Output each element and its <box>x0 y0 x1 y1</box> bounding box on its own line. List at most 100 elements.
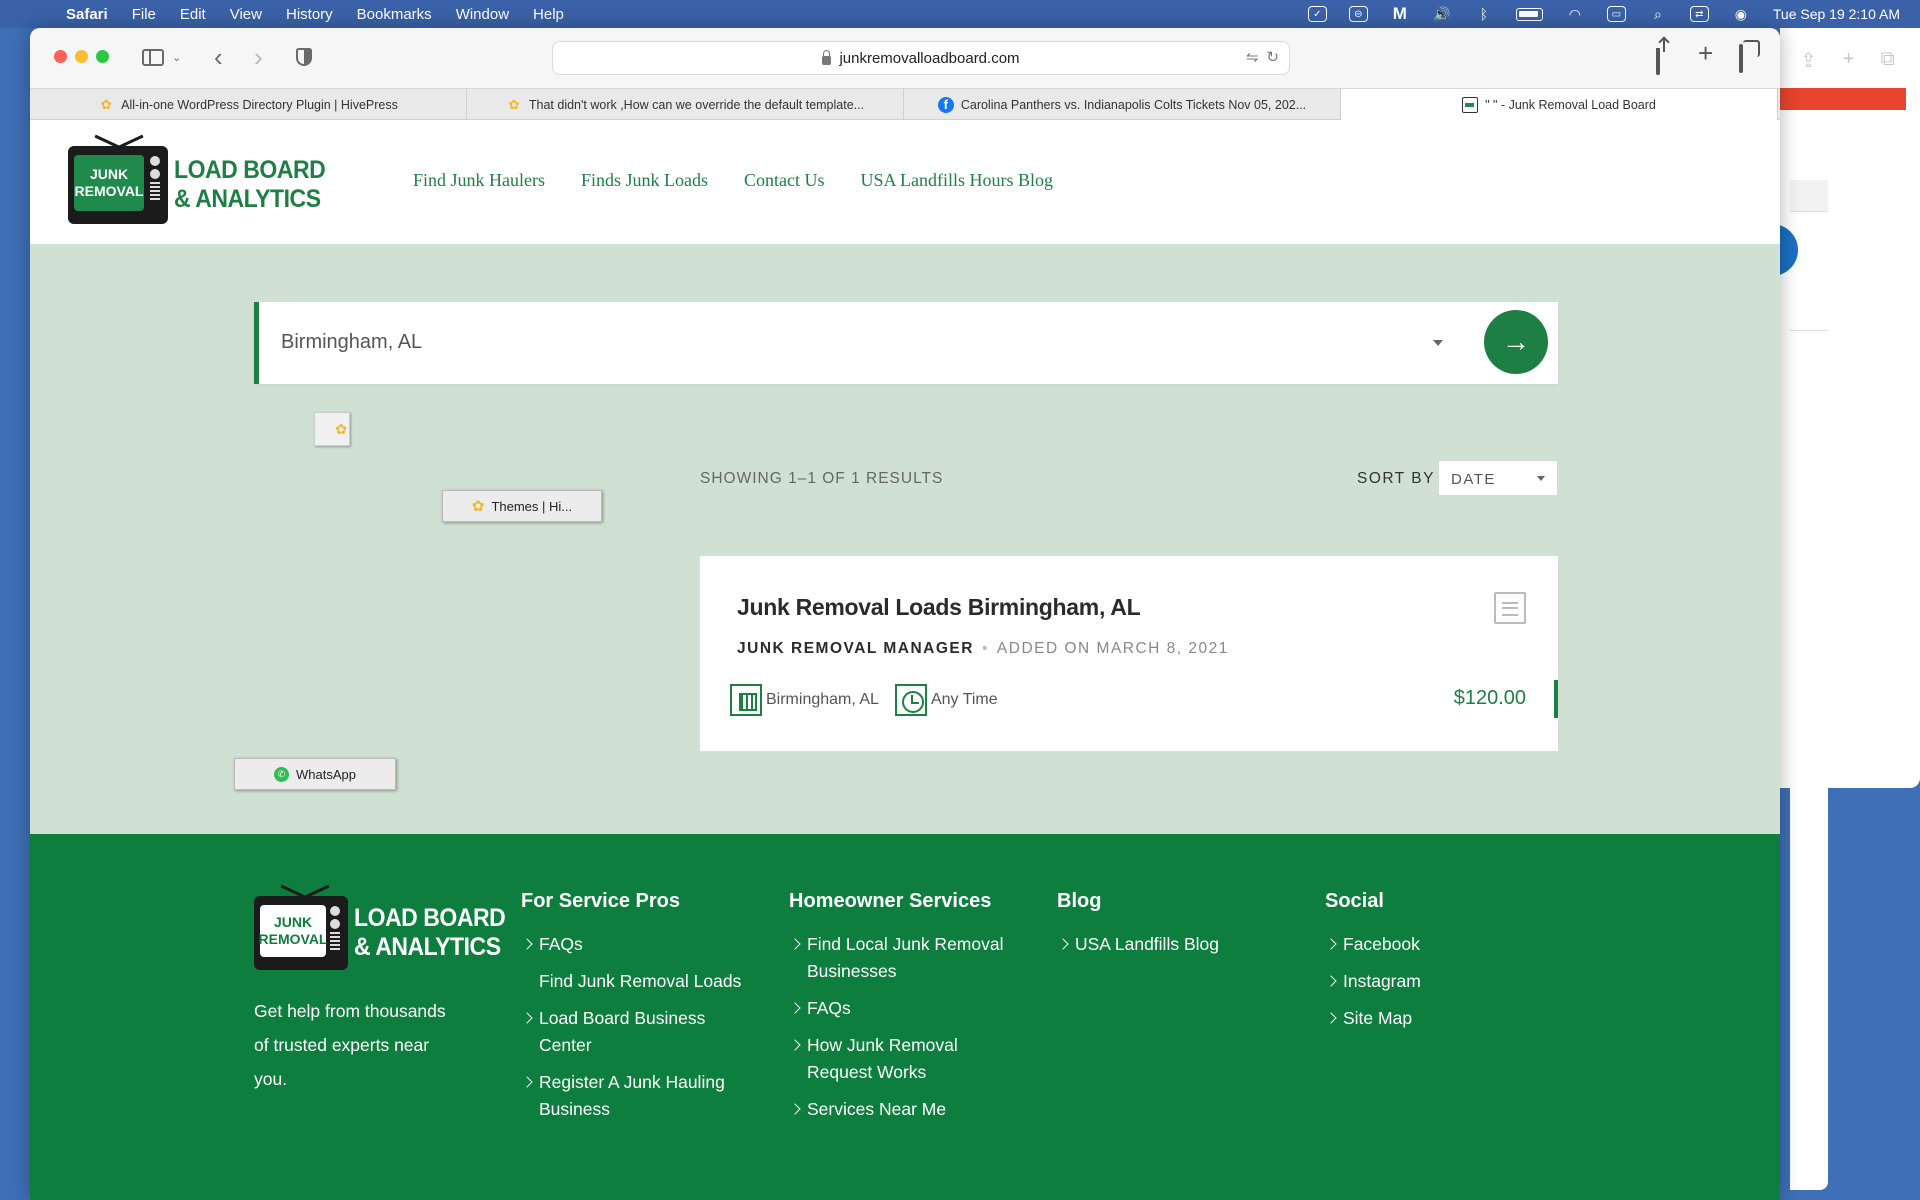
share-icon <box>1656 48 1660 75</box>
malwarebytes-icon[interactable]: M <box>1390 4 1410 23</box>
location-search-value[interactable]: Birmingham, AL <box>281 331 422 354</box>
menu-help[interactable]: Help <box>533 6 564 23</box>
sort-select[interactable]: DATE <box>1438 460 1558 496</box>
logo-screen-line1: JUNK <box>89 166 129 182</box>
battery-icon[interactable] <box>1515 7 1543 21</box>
footer-column-title: Social <box>1325 890 1384 912</box>
tabs-overview-icon <box>1739 44 1743 73</box>
listing-time: Any Time <box>930 691 998 708</box>
chevron-down-icon[interactable] <box>1433 340 1443 346</box>
new-tab-button[interactable]: + <box>1698 38 1713 69</box>
results-summary: SHOWING 1–1 OF 1 RESULTS <box>700 470 944 487</box>
message-icon[interactable] <box>1494 592 1526 624</box>
share-button[interactable] <box>1656 42 1660 75</box>
floating-whatsapp-chip[interactable]: ✆ WhatsApp <box>234 758 396 790</box>
footer-link[interactable]: USA Landfills Blog <box>1057 931 1287 958</box>
floating-window-fragment[interactable]: ✿ <box>314 412 350 446</box>
whatsapp-icon: ✆ <box>274 766 289 782</box>
nav-finds-junk-loads[interactable]: Finds Junk Loads <box>581 170 708 191</box>
zoom-window-button[interactable] <box>96 50 109 63</box>
facebook-icon: f <box>937 96 954 113</box>
menu-history[interactable]: History <box>286 6 333 23</box>
footer-link[interactable]: Site Map <box>1325 1005 1555 1032</box>
footer-tagline: Get help from thousands of trusted exper… <box>254 1001 446 1089</box>
volume-icon[interactable]: 🔊 <box>1432 6 1452 22</box>
location-search[interactable]: Birmingham, AL → <box>254 302 1558 384</box>
lock-icon <box>822 49 832 65</box>
site-logo[interactable]: JUNK REMOVAL LOAD BOARD & ANALYTICS <box>68 146 338 224</box>
listing-attributes: Birmingham, AL Any Time <box>730 684 998 716</box>
listing-card[interactable]: Junk Removal Loads Birmingham, AL JUNK R… <box>700 556 1558 751</box>
menu-bookmarks[interactable]: Bookmarks <box>357 6 432 23</box>
footer-link[interactable]: Instagram <box>1325 968 1555 995</box>
sort-select-value: DATE <box>1451 471 1496 488</box>
listing-author[interactable]: JUNK REMOVAL MANAGER <box>737 640 974 657</box>
address-bar[interactable]: junkremovalloadboard.com ⇋ ↻ <box>552 41 1290 75</box>
tab-overview-button[interactable] <box>1739 42 1743 73</box>
nav-find-junk-haulers[interactable]: Find Junk Haulers <box>413 170 545 191</box>
spotlight-search-icon[interactable]: ⌕ <box>1648 6 1668 22</box>
footer-link[interactable]: Load Board Business Center <box>521 1005 751 1059</box>
close-window-button[interactable] <box>54 50 67 63</box>
screen-capture-icon[interactable]: ⊖ <box>1348 6 1368 22</box>
tab-hivepress[interactable]: ✿ All-in-one WordPress Directory Plugin … <box>30 89 467 120</box>
footer-link[interactable]: Facebook <box>1325 931 1555 958</box>
tab-tickets[interactable]: f Carolina Panthers vs. Indianapolis Col… <box>904 89 1341 120</box>
footer-link[interactable]: Find Local Junk Removal Businesses <box>789 931 1019 985</box>
tab-title: That didn't work ,How can we override th… <box>528 97 865 112</box>
listing-accent <box>1554 680 1558 718</box>
control-center-icon[interactable]: ⇄ <box>1689 6 1709 22</box>
footer-column-title: For Service Pros <box>521 890 680 912</box>
search-submit-button[interactable]: → <box>1484 310 1548 374</box>
logo-text-line1: LOAD BOARD <box>354 904 506 932</box>
chevron-left-icon: ‹ <box>214 41 223 72</box>
minimize-window-button[interactable] <box>75 50 88 63</box>
tab-hivepress-forum[interactable]: ✿ That didn't work ,How can we override … <box>467 89 904 120</box>
menu-file[interactable]: File <box>132 6 156 23</box>
menu-view[interactable]: View <box>230 6 262 23</box>
nav-landfills-blog[interactable]: USA Landfills Hours Blog <box>861 170 1054 191</box>
back-button[interactable]: ‹ <box>214 42 223 72</box>
menubar-clock[interactable]: Tue Sep 19 2:10 AM <box>1773 6 1900 22</box>
bluetooth-icon[interactable]: ᛒ <box>1474 6 1494 22</box>
forward-button[interactable]: › <box>254 42 263 72</box>
site-header: JUNK REMOVAL LOAD BOARD & ANALYTICS Find… <box>30 120 1780 244</box>
privacy-report-button[interactable] <box>296 42 312 72</box>
menu-edit[interactable]: Edit <box>180 6 206 23</box>
main-nav: Find Junk Haulers Finds Junk Loads Conta… <box>413 170 1053 191</box>
footer-column-social: Social Facebook Instagram Site Map <box>1325 890 1555 1042</box>
arrow-right-icon: → <box>1502 326 1530 357</box>
nav-contact-us[interactable]: Contact Us <box>744 170 825 191</box>
footer-link[interactable]: Find Junk Removal Loads <box>521 968 751 995</box>
tv-logo-icon: JUNK REMOVAL <box>68 146 168 224</box>
reload-icon[interactable]: ↻ <box>1266 48 1279 66</box>
macos-menubar: Safari File Edit View History Bookmarks … <box>0 0 1920 28</box>
menu-app[interactable]: Safari <box>66 6 108 23</box>
footer-link[interactable]: FAQs <box>789 995 1019 1022</box>
listing-title[interactable]: Junk Removal Loads Birmingham, AL <box>737 594 1141 621</box>
divider <box>1790 330 1828 331</box>
tab-title: Carolina Panthers vs. Indianapolis Colts… <box>960 97 1307 112</box>
logo-text-line2: & ANALYTICS <box>354 933 501 961</box>
footer-link[interactable]: Services Near Me <box>789 1096 1019 1123</box>
display-icon[interactable]: ▭ <box>1606 6 1626 22</box>
siri-icon[interactable]: ◉ <box>1731 6 1751 22</box>
logo-text-line1: LOAD BOARD <box>174 156 326 184</box>
sidebar-toggle-button[interactable]: ⌄ <box>142 42 181 72</box>
footer-link[interactable]: How Junk Removal Request Works <box>789 1032 1019 1086</box>
translate-icon[interactable]: ⇋ <box>1246 48 1259 66</box>
plus-icon: + <box>1698 38 1714 68</box>
wifi-icon[interactable]: ◠ <box>1565 6 1585 22</box>
tab-junk-removal[interactable]: " " - Junk Removal Load Board <box>1341 89 1778 120</box>
footer-link[interactable]: Register A Junk Hauling Business <box>521 1069 751 1123</box>
floating-themes-chip[interactable]: ✿ Themes | Hi... <box>442 490 602 522</box>
logo-text: LOAD BOARD & ANALYTICS <box>174 156 326 214</box>
checkmark-status-icon[interactable]: ✓ <box>1307 6 1327 22</box>
footer-link[interactable]: FAQs <box>521 931 751 958</box>
logo-text-line2: & ANALYTICS <box>174 185 321 213</box>
menu-window[interactable]: Window <box>456 6 509 23</box>
logo-text: LOAD BOARD & ANALYTICS <box>354 904 506 962</box>
footer-logo[interactable]: JUNK REMOVAL LOAD BOARD & ANALYTICS <box>254 896 518 970</box>
background-window-secondary <box>1790 180 1828 1190</box>
whatsapp-chip-label: WhatsApp <box>296 766 356 782</box>
